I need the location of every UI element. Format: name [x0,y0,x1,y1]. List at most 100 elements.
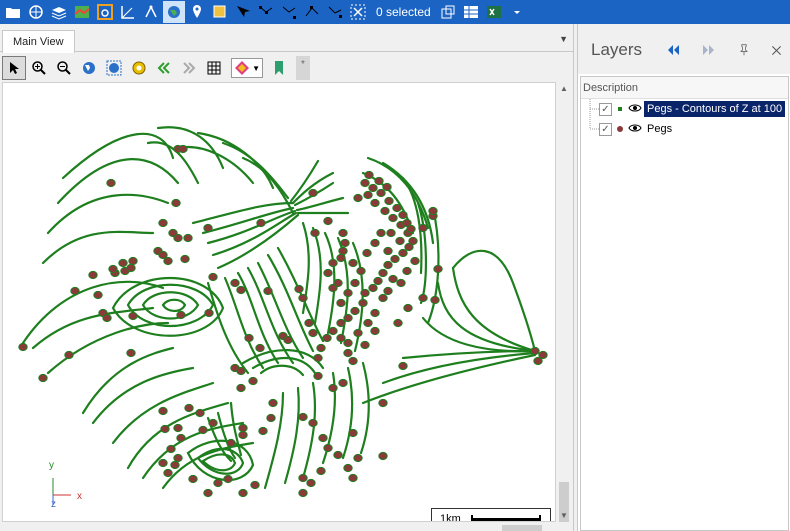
peg-marker[interactable] [333,278,343,288]
layer-checkbox[interactable]: ✓ [599,102,612,116]
peg-marker[interactable] [203,223,213,233]
scroll-up-icon[interactable]: ▲ [560,84,568,93]
peg-marker[interactable] [338,228,348,238]
peg-marker[interactable] [360,340,370,350]
bookmark-icon[interactable] [267,56,291,80]
peg-marker[interactable] [398,210,408,220]
dropdown-icon[interactable] [506,1,528,23]
peg-marker[interactable] [313,353,323,363]
tab-main-view[interactable]: Main View [2,30,75,53]
peg-marker[interactable] [173,233,183,243]
peg-marker[interactable] [382,182,392,192]
peg-marker[interactable] [208,418,218,428]
peg-marker[interactable] [70,286,80,296]
peg-marker[interactable] [64,350,74,360]
peg-marker[interactable] [358,298,368,308]
peg-marker[interactable] [402,266,412,276]
table-view-icon[interactable] [460,1,482,23]
tab-menu-icon[interactable]: ▼ [559,34,568,44]
peg-marker[interactable] [323,268,333,278]
peg-marker[interactable] [266,413,276,423]
peg-marker[interactable] [383,246,393,256]
peg-marker[interactable] [348,428,358,438]
peg-marker[interactable] [250,480,260,490]
peg-marker[interactable] [258,426,268,436]
peg-marker[interactable] [380,206,390,216]
peg-marker[interactable] [348,356,358,366]
map-canvas[interactable]: y x z 1km [2,82,556,522]
node-add-icon[interactable] [278,1,300,23]
peg-marker[interactable] [328,383,338,393]
peg-marker[interactable] [353,193,363,203]
peg-marker[interactable] [128,256,138,266]
peg-marker[interactable] [170,460,180,470]
peg-marker[interactable] [236,285,246,295]
peg-marker[interactable] [18,342,28,352]
peg-marker[interactable] [376,228,386,238]
peg-marker[interactable] [530,346,540,356]
peg-marker[interactable] [238,430,248,440]
globe-zoom-icon[interactable] [102,56,126,80]
peg-marker[interactable] [364,170,374,180]
peg-marker[interactable] [255,343,265,353]
peg-marker[interactable] [408,236,418,246]
close-icon[interactable] [767,41,785,59]
angle-measure-icon[interactable] [117,1,139,23]
peg-marker[interactable] [360,178,370,188]
peg-marker[interactable] [328,258,338,268]
peg-marker[interactable] [38,373,48,383]
peg-marker[interactable] [238,488,248,498]
peg-marker[interactable] [184,403,194,413]
peg-marker[interactable] [378,268,388,278]
peg-marker[interactable] [313,371,323,381]
peg-marker[interactable] [340,238,350,248]
peg-marker[interactable] [310,228,320,238]
scroll-down-icon[interactable]: ▼ [560,511,568,520]
peg-marker[interactable] [338,378,348,388]
peg-marker[interactable] [333,450,343,460]
peg-marker[interactable] [263,286,273,296]
peg-marker[interactable] [350,306,360,316]
peg-marker[interactable] [336,318,346,328]
clear-selection-icon[interactable] [347,1,369,23]
peg-marker[interactable] [356,266,366,276]
peg-marker[interactable] [106,178,116,188]
peg-marker[interactable] [298,293,308,303]
peg-marker[interactable] [223,474,233,484]
peg-marker[interactable] [362,248,372,258]
peg-marker[interactable] [298,412,308,422]
peg-marker[interactable] [176,310,186,320]
peg-marker[interactable] [203,488,213,498]
peg-marker[interactable] [195,408,205,418]
peg-marker[interactable] [236,383,246,393]
peg-marker[interactable] [163,468,173,478]
peg-marker[interactable] [108,264,118,274]
vertical-scrollbar[interactable]: ▲ ▼ [556,82,572,522]
peg-marker[interactable] [430,295,440,305]
peg-marker[interactable] [118,258,128,268]
settings-gear-icon[interactable] [127,56,151,80]
peg-marker[interactable] [102,313,112,323]
color-map-dropdown[interactable]: ▼ [231,58,263,78]
peg-marker[interactable] [298,488,308,498]
peg-marker[interactable] [88,270,98,280]
peg-marker[interactable] [353,328,363,338]
peg-marker[interactable] [213,478,223,488]
peg-marker[interactable] [378,451,388,461]
horizontal-scrollbar[interactable] [2,522,556,531]
node-delete-icon[interactable] [324,1,346,23]
peg-marker[interactable] [336,253,346,263]
peg-marker[interactable] [343,463,353,473]
peg-marker[interactable] [388,213,398,223]
peg-marker[interactable] [410,256,420,266]
peg-marker[interactable] [363,318,373,328]
peg-marker[interactable] [204,308,214,318]
peg-marker[interactable] [336,298,346,308]
scroll-thumb[interactable] [502,525,542,531]
peg-marker[interactable] [378,398,388,408]
peg-marker[interactable] [418,223,428,233]
peg-marker[interactable] [126,348,136,358]
peg-marker[interactable] [298,473,308,483]
peg-marker[interactable] [256,218,266,228]
peg-marker[interactable] [318,433,328,443]
